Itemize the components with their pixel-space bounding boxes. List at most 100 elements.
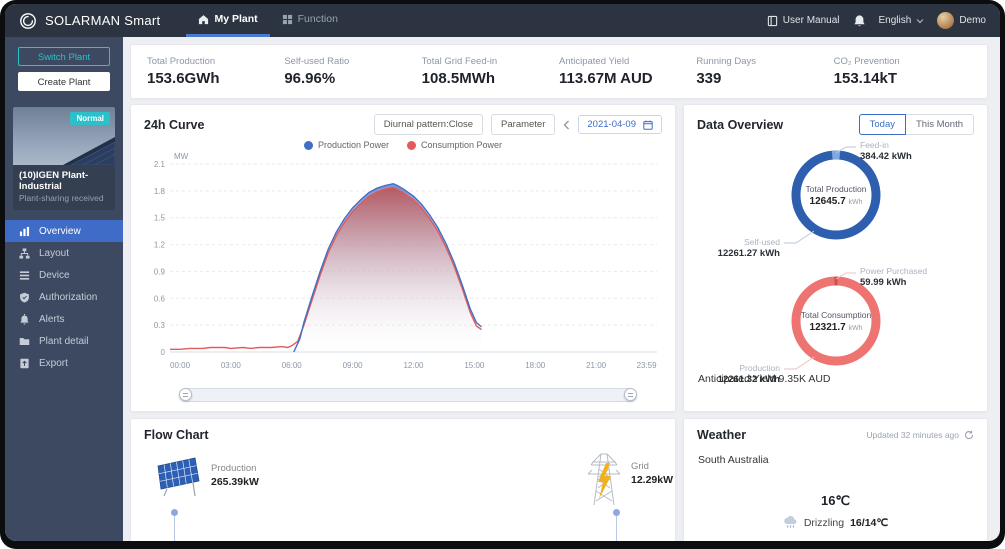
date-picker[interactable]: 2021-04-09 bbox=[578, 115, 662, 134]
svg-text:03:00: 03:00 bbox=[221, 361, 242, 370]
legend-label: Consumption Power bbox=[421, 140, 503, 150]
stat-self-used-ratio: Self-used Ratio 96.96% bbox=[284, 56, 421, 87]
stat-anticipated-yield: Anticipated Yield 113.67M AUD bbox=[559, 56, 696, 87]
period-toggle: Today This Month bbox=[858, 114, 974, 135]
brand-name: SOLARMAN Smart bbox=[45, 13, 161, 28]
plant-card[interactable]: Normal (10)IGEN Plant-Industrial Plant-s… bbox=[13, 107, 115, 210]
tab-label: Function bbox=[297, 13, 338, 25]
svg-text:1.2: 1.2 bbox=[154, 241, 166, 250]
svg-text:09:00: 09:00 bbox=[343, 361, 364, 370]
this-month-button[interactable]: This Month bbox=[905, 114, 974, 135]
switch-plant-button[interactable]: Switch Plant bbox=[18, 47, 110, 66]
weather-location: South Australia bbox=[698, 454, 769, 466]
feed-in-callout: Feed-in 384.42 kWh bbox=[860, 140, 912, 163]
stats-bar: Total Production 153.6GWh Self-used Rati… bbox=[130, 44, 988, 99]
grid-node bbox=[583, 445, 625, 512]
menu-label: Authorization bbox=[39, 291, 98, 303]
today-button[interactable]: Today bbox=[858, 114, 906, 135]
user-menu[interactable]: Demo bbox=[937, 12, 986, 29]
production-value: 265.39kW bbox=[211, 476, 259, 488]
flow-chart-panel: Flow Chart Production 265.39kW Grid 12.2… bbox=[130, 418, 676, 541]
self-used-callout: Self-used 12261.27 kWh bbox=[717, 237, 780, 260]
chart-legend: Production Power Consumption Power bbox=[131, 140, 675, 150]
stat-value: 108.5MWh bbox=[421, 70, 496, 87]
weather-condition: Drizzling bbox=[803, 516, 845, 529]
legend-production[interactable]: Production Power bbox=[303, 140, 389, 150]
stat-co2-prevention: CO₂ Prevention 153.14kT bbox=[834, 56, 971, 87]
svg-text:21:00: 21:00 bbox=[586, 361, 607, 370]
create-plant-button[interactable]: Create Plant bbox=[18, 72, 110, 91]
calendar-icon bbox=[643, 120, 653, 130]
weather-panel: Weather Updated 32 minutes ago South Aus… bbox=[683, 418, 988, 541]
main-tabs: My Plant Function bbox=[186, 4, 349, 37]
sidebar-item-export[interactable]: Export bbox=[5, 352, 123, 374]
menu-label: Export bbox=[39, 357, 68, 369]
solar-panels-photo-graphic bbox=[63, 137, 115, 165]
grid-icon bbox=[282, 14, 292, 24]
chart-zoom-scrollbar[interactable] bbox=[179, 387, 637, 402]
svg-text:0.3: 0.3 bbox=[154, 321, 166, 330]
diurnal-pattern-button[interactable]: Diurnal pattern:Close bbox=[373, 114, 484, 135]
svg-text:0.6: 0.6 bbox=[154, 294, 166, 303]
svg-text:2.1: 2.1 bbox=[154, 160, 166, 169]
anticipated-yield-text: Anticipated Yield 9.35K AUD bbox=[698, 373, 831, 385]
stat-label: Running Days bbox=[696, 56, 756, 67]
production-node bbox=[151, 455, 201, 502]
tab-function[interactable]: Function bbox=[270, 4, 350, 37]
tab-label: My Plant bbox=[214, 13, 258, 25]
prev-date-icon[interactable] bbox=[563, 120, 570, 130]
topbar: SOLARMAN Smart My Plant Function User Ma… bbox=[5, 4, 1000, 37]
svg-text:0: 0 bbox=[161, 348, 166, 357]
avatar bbox=[937, 12, 955, 29]
production-legend-dot bbox=[303, 140, 313, 150]
sidebar-item-layout[interactable]: Layout bbox=[5, 242, 123, 264]
production-flow-dot bbox=[171, 509, 178, 516]
legend-consumption[interactable]: Consumption Power bbox=[407, 140, 502, 150]
data-overview-title: Data Overview bbox=[697, 117, 784, 132]
flow-chart-title: Flow Chart bbox=[144, 428, 209, 442]
plant-subtitle: Plant-sharing received bbox=[19, 193, 104, 203]
svg-text:18:00: 18:00 bbox=[525, 361, 546, 370]
menu-label: Alerts bbox=[39, 313, 65, 325]
solar-panel-icon bbox=[157, 457, 200, 497]
user-manual-button[interactable]: User Manual bbox=[767, 15, 840, 27]
stat-value: 96.96% bbox=[284, 70, 336, 87]
stat-value: 153.6GWh bbox=[147, 70, 220, 87]
curve-panel: 24h Curve Diurnal pattern:Close Paramete… bbox=[130, 104, 676, 412]
stat-label: Anticipated Yield bbox=[558, 56, 630, 67]
zoom-handle-left[interactable] bbox=[179, 387, 192, 401]
parameter-button[interactable]: Parameter bbox=[491, 114, 556, 135]
date-value: 2021-04-09 bbox=[587, 119, 636, 130]
grid-tower-icon bbox=[587, 453, 621, 506]
tab-my-plant[interactable]: My Plant bbox=[186, 4, 270, 37]
sidebar-item-authorization[interactable]: Authorization bbox=[5, 286, 123, 308]
sidebar-item-alerts[interactable]: Alerts bbox=[5, 308, 123, 330]
sidebar-item-plant-detail[interactable]: Plant detail bbox=[5, 330, 123, 352]
app-screen: SOLARMAN Smart My Plant Function User Ma… bbox=[5, 4, 1000, 541]
weather-current: 16℃ Drizzling 16/14℃ bbox=[684, 493, 987, 529]
bar-chart-icon bbox=[19, 226, 30, 236]
refresh-icon[interactable] bbox=[964, 430, 974, 440]
book-icon bbox=[767, 15, 777, 26]
export-file-icon bbox=[20, 358, 29, 368]
bell-icon[interactable] bbox=[853, 14, 866, 28]
power-purchased-callout: Power Purchased 59.99 kWh bbox=[860, 266, 928, 289]
24h-curve-chart[interactable]: 0 0.3 0.6 0.9 1.2 1.5 1.8 2.1 MW 00:00 03:00 06:00 0… bbox=[140, 150, 667, 377]
menu-label: Plant detail bbox=[39, 335, 89, 347]
language-selector[interactable]: English bbox=[879, 15, 925, 26]
user-manual-label: User Manual bbox=[782, 15, 840, 26]
consumption-donut: Total Consumption 12321.7 kWh Power Purc… bbox=[684, 266, 987, 387]
sidebar-item-device[interactable]: Device bbox=[5, 264, 123, 286]
zoom-handle-right[interactable] bbox=[624, 387, 637, 401]
sidebar-menu: Overview Layout Device Authorization Ale… bbox=[5, 220, 123, 374]
grid-label: Grid bbox=[631, 461, 649, 472]
home-icon bbox=[199, 14, 209, 24]
stat-running-days: Running Days 339 bbox=[696, 56, 833, 87]
current-temperature: 16℃ bbox=[820, 493, 851, 508]
donut-center-label: Total Consumption bbox=[800, 309, 872, 320]
donut-center-value: 12321.7 kWh bbox=[809, 321, 863, 333]
donut-center-value: 12645.7 kWh bbox=[809, 195, 863, 207]
updated-text: Updated 32 minutes ago bbox=[866, 430, 959, 440]
sidebar-item-overview[interactable]: Overview bbox=[5, 220, 123, 242]
topbar-right: User Manual English Demo bbox=[767, 12, 986, 29]
